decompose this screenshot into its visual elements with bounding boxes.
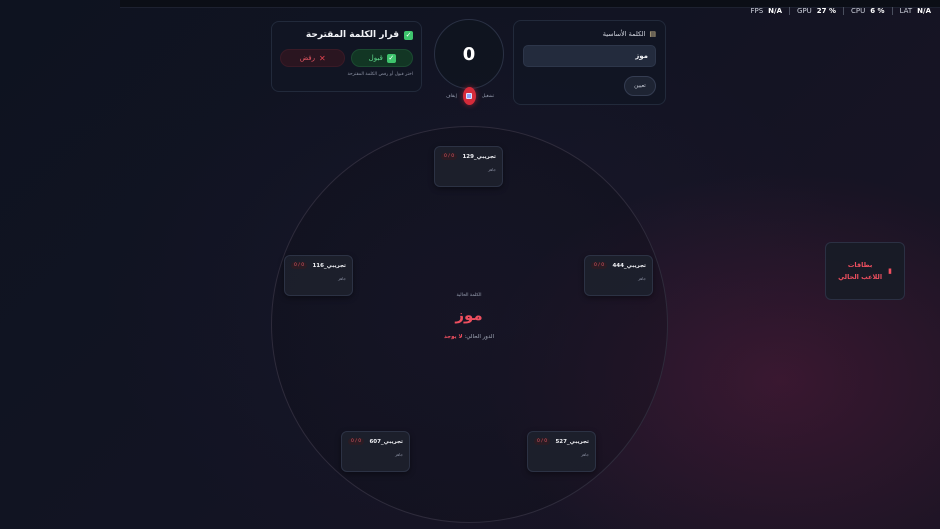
accept-button[interactable]: ✓ قبول [351, 49, 413, 67]
player-status: جاهز [337, 276, 346, 281]
cards-icon: ▮ [888, 267, 892, 275]
cpu-label: CPU [851, 7, 866, 15]
current-player-cards-panel[interactable]: ▮ بطاقات اللاعب الحالي [825, 242, 905, 300]
current-word-label: الكلمة الحالية [456, 293, 482, 298]
current-turn-value: لا يوجد [443, 334, 463, 340]
base-word-title-row: ▤ الكلمة الأساسية [523, 30, 656, 38]
gpu-value: 27 % [816, 7, 836, 15]
document-icon: ▤ [649, 30, 656, 38]
player-name: تجريبي_116 [312, 262, 346, 269]
lat-stat: LAT N/A [893, 7, 938, 15]
check-icon: ✓ [404, 30, 413, 40]
gpu-label: GPU [797, 7, 812, 15]
player-score: 0 / 0 [441, 153, 458, 160]
fps-stat: FPS N/A [743, 7, 791, 15]
player-score: 0 / 0 [291, 262, 308, 269]
decision-title: قرار الكلمة المقترحة [305, 30, 399, 40]
player-name: تجريبي_444 [612, 262, 646, 269]
player-card-header: تجريبي_129 0 / 0 [441, 153, 496, 160]
accept-label: قبول [368, 54, 383, 62]
player-status: جاهز [637, 276, 646, 281]
cpu-stat: CPU 6 % [844, 7, 893, 15]
gpu-stat: GPU 27 % [790, 7, 844, 15]
player-card[interactable]: تجريبي_129 0 / 0 جاهز [434, 146, 503, 187]
player-card-header: تجريبي_116 0 / 0 [291, 262, 346, 269]
player-card[interactable]: تجريبي_116 0 / 0 جاهز [284, 255, 353, 296]
base-word-input[interactable] [523, 45, 656, 67]
cards-panel-text: بطاقات اللاعب الحالي [838, 259, 882, 284]
player-status: جاهز [487, 167, 496, 172]
stop-button[interactable] [462, 87, 476, 105]
current-word-display: الكلمة الحالية موز الدور الحالي: لا يوجد [419, 293, 519, 340]
current-turn-label: الدور الحالي: [464, 334, 495, 340]
current-turn: الدور الحالي: لا يوجد [419, 334, 519, 340]
decision-title-row: ✓ قرار الكلمة المقترحة [280, 30, 413, 40]
player-card[interactable]: تجريبي_607 0 / 0 جاهز [341, 431, 410, 472]
player-card-header: تجريبي_444 0 / 0 [591, 262, 646, 269]
player-card[interactable]: تجريبي_444 0 / 0 جاهز [584, 255, 653, 296]
base-word-panel: ▤ الكلمة الأساسية تعيين [513, 20, 666, 105]
player-status: جاهز [580, 452, 589, 457]
base-word-title: الكلمة الأساسية [602, 30, 646, 38]
player-name: تجريبي_607 [369, 438, 403, 445]
fps-label: FPS [750, 7, 764, 15]
player-name: تجريبي_527 [555, 438, 589, 445]
decision-hint: اختر قبول أو رفض الكلمة المقترحة [347, 72, 413, 77]
timer-display: 0 [434, 19, 504, 89]
player-card[interactable]: تجريبي_527 0 / 0 جاهز [527, 431, 596, 472]
cards-panel-line2: اللاعب الحالي [838, 273, 883, 281]
reject-button[interactable]: ✕ رفض [280, 49, 346, 67]
reject-label: رفض [299, 54, 316, 62]
timer-label-left: إيقاف [446, 93, 457, 99]
lat-value: N/A [917, 7, 931, 15]
performance-overlay: FPS N/A GPU 27 % CPU 6 % LAT N/A [743, 5, 938, 17]
check-icon: ✓ [386, 53, 396, 63]
close-icon: ✕ [319, 53, 326, 63]
player-score: 0 / 0 [348, 438, 365, 445]
set-word-button[interactable]: تعيين [624, 76, 656, 96]
fps-value: N/A [768, 7, 783, 15]
cpu-value: 6 % [870, 7, 885, 15]
stop-icon [466, 93, 473, 99]
player-card-header: تجريبي_607 0 / 0 [348, 438, 403, 445]
cards-panel-line1: بطاقات [847, 260, 873, 269]
decision-buttons: ✓ قبول ✕ رفض [280, 49, 413, 67]
current-word: موز [455, 306, 483, 324]
timer-label-right: تشغيل [481, 93, 494, 99]
timer-controls: إيقاف تشغيل [446, 87, 494, 105]
player-card-header: تجريبي_527 0 / 0 [534, 438, 589, 445]
player-name: تجريبي_129 [462, 153, 496, 160]
word-decision-panel: ✓ قرار الكلمة المقترحة ✓ قبول ✕ رفض اختر… [271, 21, 422, 92]
player-score: 0 / 0 [534, 438, 551, 445]
player-status: جاهز [394, 452, 403, 457]
player-score: 0 / 0 [591, 262, 608, 269]
lat-label: LAT [899, 7, 913, 15]
